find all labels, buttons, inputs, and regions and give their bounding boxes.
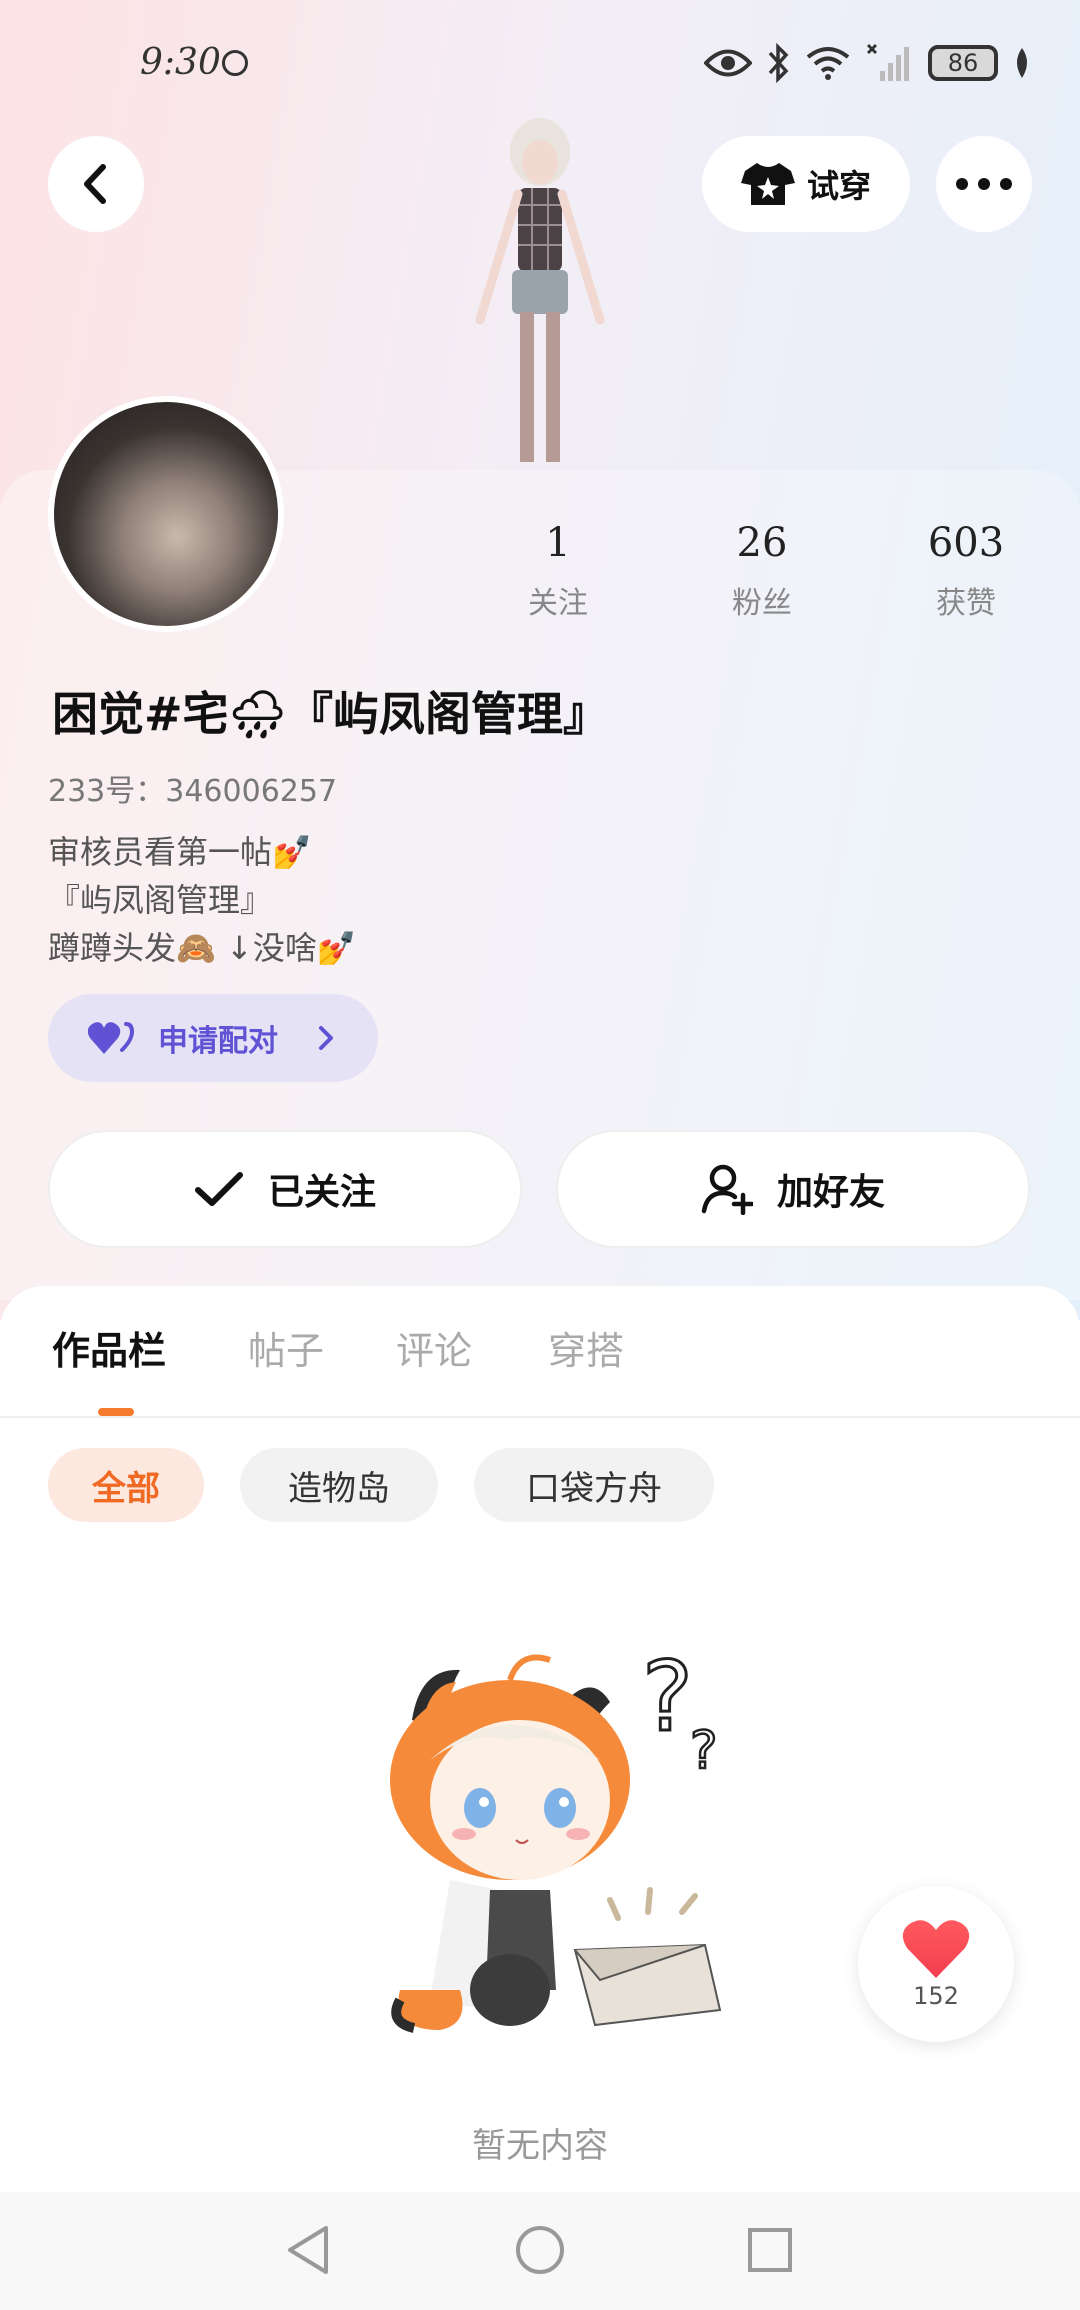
empty-state-text: 暂无内容 bbox=[472, 2126, 608, 2166]
followed-button[interactable]: 已关注 bbox=[48, 1130, 522, 1248]
filter-chip-all[interactable]: 全部 bbox=[48, 1448, 204, 1522]
try-on-label: 试穿 bbox=[806, 167, 871, 205]
bio-line: 审核员看第一帖💅 bbox=[48, 833, 312, 871]
stat-followers[interactable]: 26 粉丝 bbox=[682, 520, 842, 622]
tab-posts[interactable]: 帖子 bbox=[248, 1320, 324, 1375]
stat-likes[interactable]: 603 获赞 bbox=[886, 520, 1046, 622]
svg-text:?: ? bbox=[642, 1650, 693, 1753]
add-friend-label: 加好友 bbox=[776, 1172, 885, 1213]
square-recents-icon bbox=[748, 2228, 792, 2272]
try-on-button[interactable]: 试穿 bbox=[702, 136, 910, 232]
like-count: 152 bbox=[913, 1982, 959, 2010]
stat-followers-label: 粉丝 bbox=[732, 586, 792, 621]
signal-icon bbox=[866, 43, 909, 81]
status-time: 9:30 bbox=[140, 42, 221, 83]
check-icon bbox=[194, 1172, 243, 1206]
filter-chip-pocket-ark[interactable]: 口袋方舟 bbox=[474, 1448, 714, 1522]
tab-divider bbox=[0, 1416, 1080, 1418]
more-options-button[interactable] bbox=[936, 136, 1032, 232]
notification-app-icon bbox=[222, 50, 248, 76]
stat-followers-value: 26 bbox=[736, 520, 788, 566]
tab-works[interactable]: 作品栏 bbox=[52, 1320, 166, 1375]
tab-indicator bbox=[98, 1408, 134, 1416]
nav-back-button[interactable] bbox=[280, 2222, 336, 2278]
system-navigation-bar bbox=[0, 2192, 1080, 2310]
stat-following-label: 关注 bbox=[528, 586, 588, 621]
profile-uid: 233号：346006257 bbox=[48, 774, 338, 809]
shirt-icon bbox=[740, 163, 795, 205]
bio-line: 『屿凤阁管理』 bbox=[48, 881, 273, 919]
followed-label: 已关注 bbox=[267, 1172, 376, 1213]
nav-recents-button[interactable] bbox=[742, 2222, 798, 2278]
add-friend-button[interactable]: 加好友 bbox=[556, 1130, 1030, 1248]
battery-indicator: 86 bbox=[928, 45, 998, 81]
chevron-right-icon bbox=[319, 1026, 333, 1050]
status-icons: 86 bbox=[704, 40, 1032, 86]
double-heart-icon bbox=[88, 1022, 135, 1054]
eye-icon bbox=[704, 49, 752, 77]
bluetooth-icon bbox=[768, 43, 789, 83]
stat-following-value: 1 bbox=[545, 520, 571, 566]
battery-level: 86 bbox=[947, 49, 979, 77]
apply-pair-label: 申请配对 bbox=[158, 1024, 278, 1059]
avatar-3d-figure bbox=[475, 118, 605, 462]
add-user-icon bbox=[701, 1164, 753, 1215]
profile-bio: 审核员看第一帖💅 『屿凤阁管理』 蹲蹲头发🙈 ↓没啥💅 bbox=[48, 828, 357, 972]
profile-stats: 1 关注 26 粉丝 603 获赞 bbox=[0, 520, 1080, 630]
triangle-back-icon bbox=[288, 2226, 328, 2274]
svg-text:?: ? bbox=[690, 1721, 718, 1781]
stat-likes-label: 获赞 bbox=[936, 586, 996, 621]
leaf-icon bbox=[1017, 48, 1027, 78]
empty-state-illustration: ? ? bbox=[390, 1650, 722, 2033]
tab-outfits[interactable]: 穿搭 bbox=[548, 1320, 624, 1375]
back-button[interactable] bbox=[48, 136, 144, 232]
tab-comments[interactable]: 评论 bbox=[396, 1320, 472, 1375]
filter-chip-creation-island[interactable]: 造物岛 bbox=[240, 1448, 438, 1522]
stat-likes-value: 603 bbox=[927, 520, 1005, 566]
nav-home-button[interactable] bbox=[512, 2222, 568, 2278]
heart-icon bbox=[902, 1920, 970, 1978]
circle-home-icon bbox=[516, 2226, 564, 2274]
more-dots-icon bbox=[956, 178, 1012, 190]
bio-line: 蹲蹲头发🙈 ↓没啥💅 bbox=[48, 929, 357, 967]
stat-following[interactable]: 1 关注 bbox=[478, 520, 638, 622]
like-floating-button[interactable]: 152 bbox=[858, 1886, 1014, 2042]
chevron-left-icon bbox=[84, 164, 106, 204]
apply-pair-button[interactable]: 申请配对 bbox=[48, 994, 378, 1082]
wifi-icon bbox=[806, 47, 850, 80]
profile-tabs: 作品栏 帖子 评论 穿搭 bbox=[0, 1320, 1080, 1416]
profile-nickname: 困觉#宅🌧『屿凤阁管理』 bbox=[52, 687, 609, 741]
